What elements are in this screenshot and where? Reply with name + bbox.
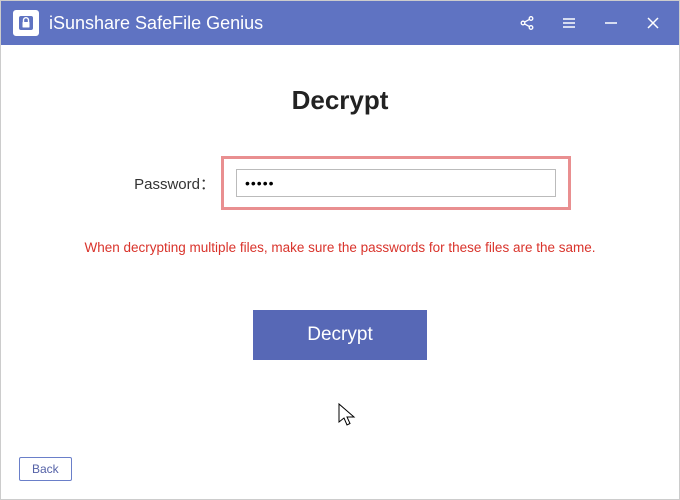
main-content: Decrypt Password： When decrypting multip…	[1, 45, 679, 380]
titlebar-actions	[517, 13, 669, 33]
app-lock-icon	[13, 10, 39, 36]
share-icon[interactable]	[517, 13, 537, 33]
password-input[interactable]	[236, 169, 556, 197]
warning-text: When decrypting multiple files, make sur…	[61, 240, 619, 255]
titlebar: iSunshare SafeFile Genius	[1, 1, 679, 45]
back-button[interactable]: Back	[19, 457, 72, 481]
password-row: Password：	[61, 156, 619, 210]
password-label: Password：	[109, 173, 219, 194]
menu-icon[interactable]	[559, 13, 579, 33]
decrypt-button[interactable]: Decrypt	[253, 310, 426, 360]
minimize-icon[interactable]	[601, 13, 621, 33]
cursor-icon	[337, 402, 359, 435]
page-title: Decrypt	[61, 85, 619, 116]
close-icon[interactable]	[643, 13, 663, 33]
app-title: iSunshare SafeFile Genius	[49, 13, 517, 34]
password-highlight	[221, 156, 571, 210]
